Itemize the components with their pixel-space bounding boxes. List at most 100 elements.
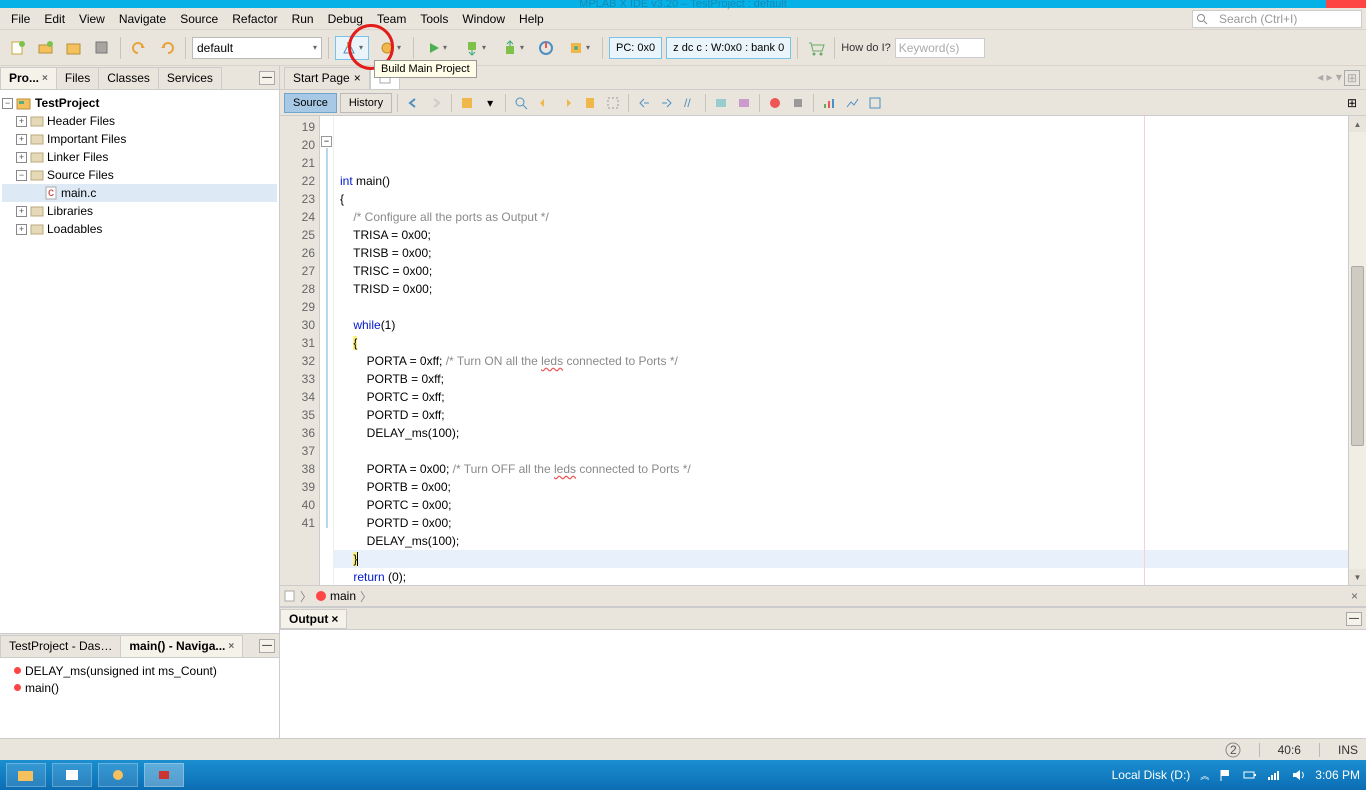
cart-icon[interactable] [804, 36, 828, 60]
next-bookmark-icon[interactable] [557, 93, 577, 113]
tab-projects[interactable]: Pro...× [0, 67, 57, 89]
notifications-icon[interactable]: 2 [1225, 742, 1241, 758]
pc-indicator[interactable]: PC: 0x0 [609, 37, 662, 59]
volume-icon[interactable] [1291, 768, 1305, 782]
taskbar-app[interactable] [52, 763, 92, 787]
expand-icon[interactable]: + [16, 206, 27, 217]
history-tab[interactable]: History [340, 93, 392, 113]
redo-button[interactable] [155, 36, 179, 60]
nav-item[interactable]: DELAY_ms(unsigned int ms_Count) [25, 664, 217, 678]
window-close-button[interactable] [1326, 0, 1366, 8]
tab-services[interactable]: Services [158, 67, 222, 89]
run-button[interactable] [420, 36, 454, 60]
menu-debug[interactable]: Debug [321, 10, 370, 28]
keyword-input[interactable]: Keyword(s) [895, 38, 985, 58]
network-icon[interactable] [1267, 768, 1281, 782]
minimize-panel-button[interactable]: — [259, 71, 275, 85]
editor-scrollbar[interactable]: ▲ ▼ [1348, 116, 1366, 585]
chart-icon[interactable] [819, 93, 839, 113]
tree-item[interactable]: Libraries [47, 204, 93, 218]
toolbar-icon[interactable] [457, 93, 477, 113]
close-icon[interactable]: × [354, 71, 361, 85]
tree-item[interactable]: Source Files [47, 168, 114, 182]
code-editor[interactable]: 1920212223242526272829303132333435363738… [280, 116, 1366, 585]
expand-icon[interactable]: + [16, 152, 27, 163]
select-icon[interactable] [603, 93, 623, 113]
undo-button[interactable] [127, 36, 151, 60]
comment-icon[interactable]: // [680, 93, 700, 113]
source-tab[interactable]: Source [284, 93, 337, 113]
read-button[interactable] [496, 36, 530, 60]
tab-files[interactable]: Files [56, 67, 99, 89]
toolbar-icon[interactable]: ▾ [480, 93, 500, 113]
nav-item[interactable]: main() [25, 681, 59, 695]
chart-icon[interactable] [842, 93, 862, 113]
build-button[interactable] [335, 36, 369, 60]
menu-source[interactable]: Source [173, 10, 225, 28]
navigator-list[interactable]: DELAY_ms(unsigned int ms_Count) main() [0, 658, 279, 738]
stop-icon[interactable] [788, 93, 808, 113]
taskbar-explorer[interactable] [6, 763, 46, 787]
menu-file[interactable]: File [4, 10, 37, 28]
project-tree[interactable]: − TestProject + Header Files + Important Fi… [0, 90, 279, 633]
scroll-down-icon[interactable]: ▼ [1349, 569, 1366, 585]
nav-back-icon[interactable] [403, 93, 423, 113]
menu-view[interactable]: View [72, 10, 112, 28]
taskbar-app[interactable] [98, 763, 138, 787]
expand-icon[interactable]: ⊞ [1342, 93, 1362, 113]
close-icon[interactable]: × [42, 73, 48, 84]
close-icon[interactable]: × [331, 612, 338, 626]
tab-navigator[interactable]: main() - Naviga...× [120, 635, 243, 657]
close-icon[interactable]: × [228, 641, 234, 652]
tab-classes[interactable]: Classes [98, 67, 159, 89]
menu-refactor[interactable]: Refactor [225, 10, 284, 28]
nav-fwd-icon[interactable] [426, 93, 446, 113]
expand-icon[interactable]: + [16, 224, 27, 235]
global-search[interactable]: Search (Ctrl+I) [1192, 10, 1362, 28]
breadcrumb-item[interactable]: main [330, 589, 356, 603]
expand-icon[interactable]: + [16, 134, 27, 145]
scroll-thumb[interactable] [1351, 266, 1364, 446]
menu-navigate[interactable]: Navigate [112, 10, 173, 28]
expand-icon[interactable]: − [16, 170, 27, 181]
tree-item[interactable]: Important Files [47, 132, 126, 146]
tray-chevron-icon[interactable]: ︽ [1200, 769, 1209, 782]
tab-dashboard[interactable]: TestProject - Das… [0, 635, 121, 657]
battery-icon[interactable] [1243, 768, 1257, 782]
menu-window[interactable]: Window [455, 10, 512, 28]
menu-team[interactable]: Team [370, 10, 413, 28]
minimize-panel-button[interactable]: — [1346, 612, 1362, 626]
scroll-up-icon[interactable]: ▲ [1349, 116, 1366, 132]
taskbar-disk[interactable]: Local Disk (D:) [1112, 768, 1191, 782]
open-button[interactable] [62, 36, 86, 60]
project-root[interactable]: TestProject [35, 96, 99, 110]
bank-indicator[interactable]: z dc c : W:0x0 : bank 0 [666, 37, 791, 59]
close-icon[interactable]: × [1351, 589, 1358, 603]
expand-icon[interactable]: + [16, 116, 27, 127]
tab-start-page[interactable]: Start Page× [284, 67, 370, 89]
shift-right-icon[interactable] [657, 93, 677, 113]
toolbar-icon[interactable] [711, 93, 731, 113]
fold-column[interactable]: − [320, 116, 334, 585]
tree-item[interactable]: Loadables [47, 222, 102, 236]
prev-bookmark-icon[interactable] [534, 93, 554, 113]
toolbar-icon[interactable] [734, 93, 754, 113]
find-icon[interactable] [511, 93, 531, 113]
menu-run[interactable]: Run [285, 10, 321, 28]
clean-build-button[interactable] [373, 36, 407, 60]
tab-nav-arrows[interactable]: ◂ ▸ ▾ ⊞ [1317, 70, 1360, 86]
menu-help[interactable]: Help [512, 10, 551, 28]
chart-icon[interactable] [865, 93, 885, 113]
minimize-panel-button[interactable]: — [259, 639, 275, 653]
tree-item[interactable]: Header Files [47, 114, 115, 128]
debug-button[interactable] [562, 36, 596, 60]
new-file-button[interactable] [6, 36, 30, 60]
tree-file[interactable]: main.c [61, 186, 96, 200]
code-area[interactable]: int main(){ /* Configure all the ports a… [334, 116, 1348, 585]
taskbar-clock[interactable]: 3:06 PM [1315, 768, 1360, 782]
tree-item[interactable]: Linker Files [47, 150, 108, 164]
program-button[interactable] [458, 36, 492, 60]
output-tab[interactable]: Output× [280, 609, 347, 629]
menu-edit[interactable]: Edit [37, 10, 72, 28]
new-project-button[interactable] [34, 36, 58, 60]
